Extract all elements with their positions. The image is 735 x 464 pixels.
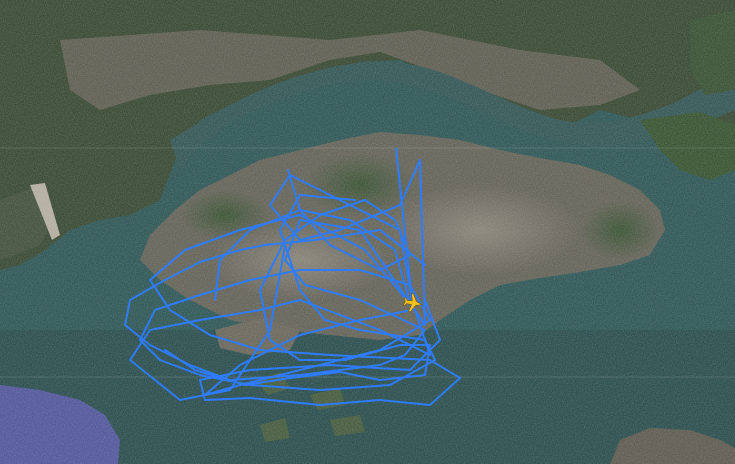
map-canvas (0, 0, 735, 464)
satellite-map[interactable] (0, 0, 735, 464)
